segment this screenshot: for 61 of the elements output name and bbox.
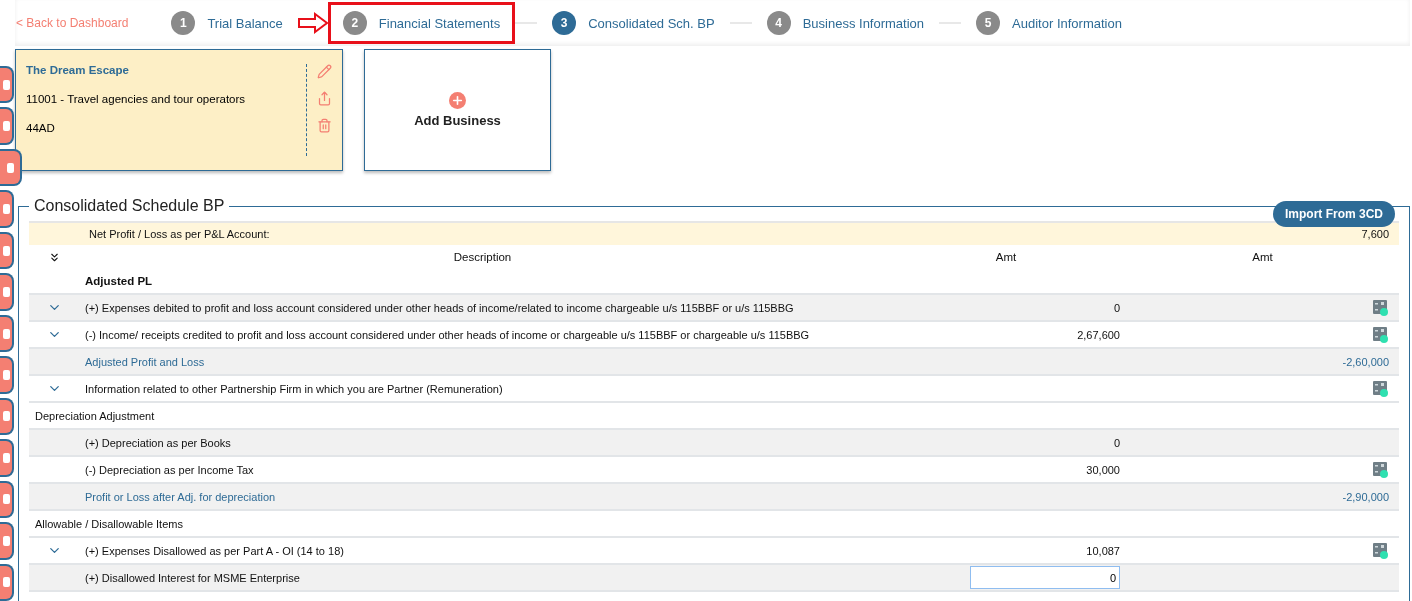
net-profit-label: Net Profit / Loss as per P&L Account: [89,228,271,240]
side-tab[interactable] [0,522,14,560]
add-business-button[interactable]: Add Business [364,49,551,171]
side-tab[interactable] [0,397,14,436]
import-button[interactable]: Import From 3CD [1273,201,1395,227]
row-label: (-) Income/ receipts credited to profit and loss account considered under other heads of income or chargeable u/s 115BBF or chargeable u/s 115BBG [85,328,810,341]
step-tab[interactable]: 4 Business Information [751,2,940,44]
total-amount: -2,90,000 [1342,490,1389,503]
column-header: Amt [995,251,1017,263]
side-tab[interactable] [0,107,14,145]
side-tab[interactable] [0,314,14,353]
side-tab[interactable] [0,439,14,477]
amount: 30,000 [1086,463,1120,476]
step-number: 5 [976,11,1001,35]
step-number: 3 [552,11,577,35]
side-tab[interactable] [0,66,14,104]
net-profit-amount: 7,600 [1361,228,1389,240]
column-header: Amt [1252,251,1273,263]
row-label: Information related to other Partnership Firm in which you are Partner (Remuneration) [85,382,503,395]
step-number: 1 [171,11,196,35]
row-label: Profit or Loss after Adj. for depreciation [85,490,276,503]
business-name: The Dream Escape [26,64,130,76]
section-heading: Allowable / Disallowable Items [35,517,183,530]
arrow-icon [297,12,328,34]
step-tab[interactable]: 5 Auditor Information [961,2,1137,44]
step-number: 4 [766,11,791,35]
row-label: Adjusted Profit and Loss [85,355,205,368]
column-header: Description [453,251,512,263]
amount: 0 [1113,436,1120,449]
side-tab[interactable] [0,231,14,270]
amount: 0 [1113,301,1120,314]
row-label: (+) Expenses debited to profit and loss account considered under other heads of income/related to income chargeable u/s 115BBF or u/s 115BBG [85,301,794,314]
step-tab[interactable]: 1 Trial Balance [156,2,298,44]
calculator-icon[interactable] [1373,326,1389,343]
calculator-icon[interactable] [1373,542,1389,559]
calculator-icon[interactable] [1373,299,1389,316]
business-code: 11001 - Travel agencies and tour operators [26,93,247,105]
side-tab[interactable] [0,563,14,601]
total-amount: -2,60,000 [1342,355,1389,368]
row-label: (+) Disallowed Interest for MSME Enterprise [85,571,300,584]
row-label: (-) Depreciation as per Income Tax [85,463,254,476]
amount: 2,67,600 [1077,328,1120,341]
panel-title: Consolidated Schedule BP [33,197,226,215]
side-tab[interactable] [0,273,14,311]
calculator-icon[interactable] [1373,461,1389,478]
section-heading: Depreciation Adjustment [35,409,155,422]
step-tab[interactable]: 2 Financial Statements [327,2,516,44]
row-label: (+) Expenses Disallowed as per Part A - OI (14 to 18) [85,544,344,557]
calculator-icon[interactable] [1373,380,1389,397]
side-tab[interactable] [0,356,14,394]
group-label: Adjusted PL [85,275,153,287]
business-section: 44AD [26,122,306,134]
plus-icon [449,92,466,109]
step-tab[interactable]: 3 Consolidated Sch. BP [537,2,730,44]
step-number: 2 [342,11,367,35]
side-tab[interactable] [0,148,22,187]
amount: 10,087 [1086,544,1120,557]
row-label: (+) Depreciation as per Books [85,436,231,449]
amount-input[interactable]: 0 [970,566,1120,589]
side-tab[interactable] [0,480,14,519]
side-tab[interactable] [0,190,14,228]
